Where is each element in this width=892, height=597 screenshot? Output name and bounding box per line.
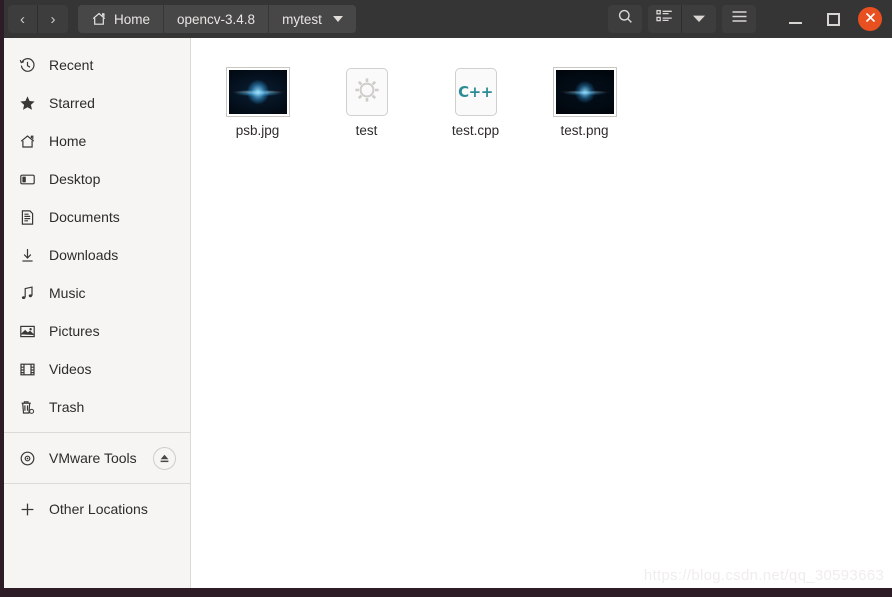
file-thumbnail (552, 62, 617, 117)
breadcrumb-label: Home (114, 11, 151, 27)
maximize-icon (826, 12, 840, 26)
music-note-icon (18, 284, 36, 302)
home-icon (91, 11, 107, 27)
sidebar-item-label: Downloads (49, 247, 119, 263)
window-controls (776, 4, 888, 34)
view-mode-group (648, 5, 716, 33)
window-body: Recent Starred Home Desktop Documents Do… (4, 38, 892, 588)
image-thumbnail (225, 67, 290, 117)
cpp-file-icon: C++ (454, 68, 497, 116)
header-actions (608, 4, 888, 34)
chevron-left-icon: ‹ (20, 10, 25, 28)
sidebar-item-label: Videos (49, 361, 92, 377)
sidebar-item-trash[interactable]: Trash (4, 388, 190, 426)
file-thumbnail: C++ (454, 62, 497, 116)
film-icon (18, 360, 36, 378)
executable-icon (345, 68, 388, 116)
breadcrumb-item-mytest[interactable]: mytest (269, 5, 356, 33)
file-item-test-cpp[interactable]: C++ test.cpp (421, 58, 530, 138)
image-preview (228, 70, 287, 114)
file-grid: psb.jpg test C++ test.cpp test.png (191, 38, 892, 138)
sidebar-item-label: Recent (49, 57, 94, 73)
sidebar-item-music[interactable]: Music (4, 274, 190, 312)
hamburger-menu-icon (731, 10, 748, 28)
file-label: test.cpp (451, 123, 500, 138)
star-icon (18, 94, 36, 112)
cpp-badge-label: C++ (458, 83, 493, 101)
sidebar-item-label: Home (49, 133, 87, 149)
chevron-down-icon[interactable] (332, 16, 343, 22)
breadcrumb: Home opencv-3.4.8 mytest (78, 5, 356, 33)
file-label: test (355, 123, 378, 138)
sidebar-item-recent[interactable]: Recent (4, 46, 190, 84)
sidebar-item-videos[interactable]: Videos (4, 350, 190, 388)
sidebar-item-other-locations[interactable]: Other Locations (4, 490, 190, 528)
breadcrumb-label: opencv-3.4.8 (177, 11, 256, 27)
sidebar-item-label: Desktop (49, 171, 101, 187)
search-button[interactable] (608, 5, 642, 33)
file-item-test-png[interactable]: test.png (530, 58, 639, 138)
list-view-button[interactable] (648, 5, 682, 33)
sidebar-item-label: Documents (49, 209, 120, 225)
breadcrumb-label: mytest (282, 11, 322, 27)
file-item-psb-jpg[interactable]: psb.jpg (203, 58, 312, 138)
file-label: test.png (560, 123, 609, 138)
sidebar-item-documents[interactable]: Documents (4, 198, 190, 236)
desktop-icon (18, 170, 36, 188)
clock-icon (18, 56, 36, 74)
menu-group (722, 5, 756, 33)
file-item-test[interactable]: test (312, 58, 421, 138)
close-button[interactable] (858, 7, 882, 31)
back-button[interactable]: ‹ (8, 5, 38, 33)
sidebar-separator (4, 483, 190, 484)
download-icon (18, 246, 36, 264)
search-icon (617, 8, 634, 30)
minimize-button[interactable] (776, 4, 814, 34)
documents-icon (18, 208, 36, 226)
disc-icon (18, 449, 36, 467)
sidebar-item-home[interactable]: Home (4, 122, 190, 160)
gear-icon (353, 76, 381, 109)
header-bar: ‹ › Home opencv-3.4.8 mytest (4, 0, 892, 38)
sidebar-item-label: Pictures (49, 323, 100, 339)
chevron-down-icon (692, 10, 706, 28)
search-group (608, 5, 642, 33)
file-manager-window: ‹ › Home opencv-3.4.8 mytest Recent Star… (4, 0, 892, 588)
trash-icon (18, 398, 36, 416)
forward-button[interactable]: › (38, 5, 68, 33)
sidebar-separator (4, 432, 190, 433)
sidebar-item-desktop[interactable]: Desktop (4, 160, 190, 198)
sidebar-item-downloads[interactable]: Downloads (4, 236, 190, 274)
eject-button[interactable] (153, 446, 176, 470)
view-options-button[interactable] (682, 5, 716, 33)
sidebar-item-label: Other Locations (49, 501, 148, 517)
plus-icon (18, 500, 36, 518)
image-thumbnail (552, 67, 617, 117)
sidebar-item-starred[interactable]: Starred (4, 84, 190, 122)
close-icon (865, 10, 876, 28)
sidebar-item-label: Trash (49, 399, 85, 415)
sidebar-item-label: Music (49, 285, 86, 301)
sidebar-item-pictures[interactable]: Pictures (4, 312, 190, 350)
chevron-right-icon: › (50, 10, 56, 28)
minimize-icon (788, 22, 802, 24)
sidebar-item-vmware-tools[interactable]: VMware Tools (4, 439, 190, 477)
picture-icon (18, 322, 36, 340)
home-icon (18, 132, 36, 150)
file-thumbnail (225, 62, 290, 117)
file-list-view[interactable]: psb.jpg test C++ test.cpp test.png https… (191, 38, 892, 588)
sidebar: Recent Starred Home Desktop Documents Do… (4, 38, 191, 588)
sidebar-item-label: Starred (49, 95, 95, 111)
sidebar-item-label: VMware Tools (49, 450, 137, 466)
file-thumbnail (345, 62, 388, 116)
list-view-icon (656, 9, 673, 29)
nav-button-group: ‹ › (8, 5, 68, 33)
maximize-button[interactable] (814, 4, 852, 34)
breadcrumb-item-opencv[interactable]: opencv-3.4.8 (164, 5, 270, 33)
file-label: psb.jpg (235, 123, 280, 138)
image-preview (555, 70, 614, 114)
watermark-text: https://blog.csdn.net/qq_30593663 (643, 567, 884, 584)
hamburger-menu-button[interactable] (722, 5, 756, 33)
breadcrumb-item-home[interactable]: Home (78, 5, 165, 33)
